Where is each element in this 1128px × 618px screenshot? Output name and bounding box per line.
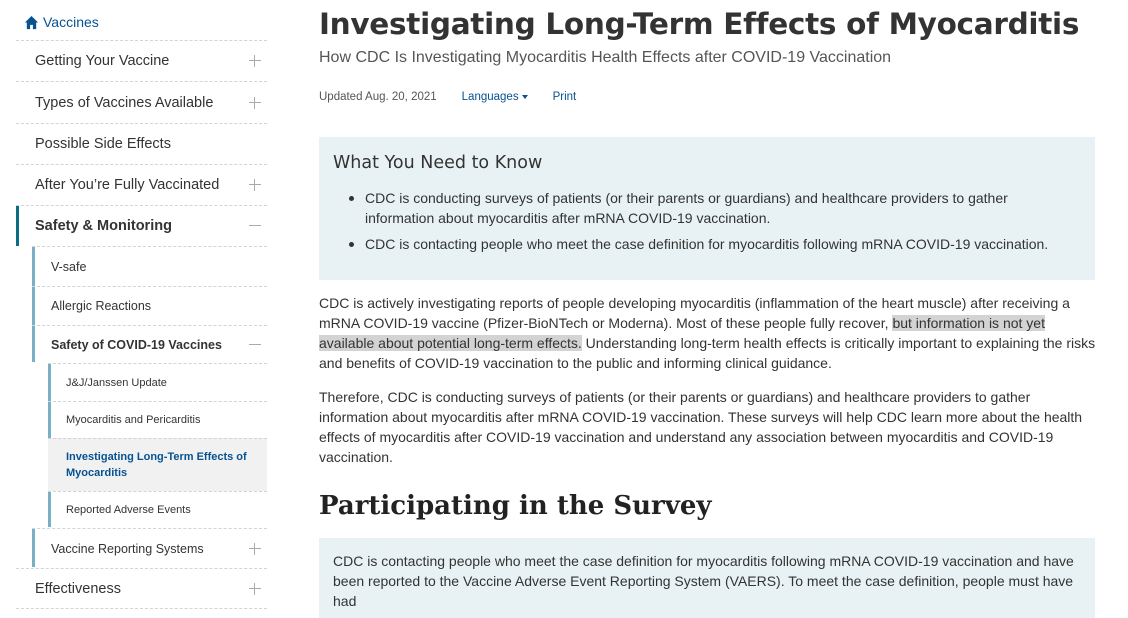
sidebar-item-label: Possible Side Effects — [35, 136, 171, 152]
sidebar-item-label: Getting Your Vaccine — [35, 53, 170, 69]
sidebar-item-label: Safety of COVID-19 Vaccines — [51, 337, 222, 352]
active-section-indicator — [16, 206, 19, 246]
expand-plus-icon[interactable] — [247, 541, 263, 557]
callout-heading: What You Need to Know — [333, 153, 543, 173]
surveys-paragraph: Therefore, CDC is conducting surveys of … — [319, 389, 1083, 465]
sidebar-item-allergic-reactions[interactable]: Allergic Reactions — [32, 286, 267, 325]
sidebar-item-label: Types of Vaccines Available — [35, 94, 214, 111]
sidebar-item-label: Myocarditis and Pericarditis — [66, 414, 201, 426]
languages-label: Languages — [461, 91, 519, 103]
sidebar-item-jj-janssen-update[interactable]: J&J/Janssen Update — [48, 363, 267, 401]
expand-plus-icon[interactable] — [247, 177, 263, 193]
sidebar-item-label: V-safe — [51, 259, 87, 274]
sidebar-item-label: J&J/Janssen Update — [66, 376, 167, 389]
page-title: Investigating Long-Term Effects of Myoca… — [319, 7, 1080, 41]
expand-plus-icon[interactable] — [247, 53, 263, 69]
sidebar-item-possible-side-effects[interactable]: Possible Side Effects — [16, 123, 267, 164]
sidebar-item-label: Effectiveness — [35, 580, 121, 597]
collapse-minus-icon[interactable] — [247, 337, 263, 353]
survey-callout: CDC is contacting people who meet the ca… — [319, 538, 1095, 618]
sidebar-item-label: Safety & Monitoring — [35, 218, 172, 234]
list-item: CDC is conducting surveys of patients (o… — [347, 188, 1077, 228]
sidebar-item-label: Investigating Long-Term Effects of Myoca… — [66, 451, 247, 479]
sidebar-item-vaccine-reporting-systems[interactable]: Vaccine Reporting Systems — [32, 528, 267, 568]
sidebar-item-label: Reported Adverse Events — [66, 504, 191, 516]
sidebar-item-safety-of-covid-vaccines[interactable]: Safety of COVID-19 Vaccines — [32, 325, 267, 363]
sidebar-home-label: Vaccines — [43, 14, 99, 30]
sidebar-item-after-fully-vaccinated[interactable]: After You’re Fully Vaccinated — [16, 164, 267, 205]
sidebar-item-investigating-long-term[interactable]: Investigating Long-Term Effects of Myoca… — [48, 438, 267, 491]
sidebar-item-effectiveness[interactable]: Effectiveness — [16, 568, 267, 609]
what-you-need-to-know-callout: What You Need to Know CDC is conducting … — [319, 137, 1095, 280]
collapse-minus-icon[interactable] — [247, 218, 263, 234]
page-subtitle: How CDC Is Investigating Myocarditis Hea… — [319, 49, 892, 66]
expand-plus-icon[interactable] — [247, 581, 263, 597]
sidebar-item-label: After You’re Fully Vaccinated — [35, 177, 220, 193]
sidebar-nav: Vaccines Getting Your Vaccine Types of V… — [16, 0, 267, 618]
sidebar-item-types-of-vaccines[interactable]: Types of Vaccines Available — [16, 81, 267, 123]
sidebar-home-link[interactable]: Vaccines — [24, 11, 99, 33]
sidebar-item-myocarditis-pericarditis[interactable]: Myocarditis and Pericarditis — [48, 401, 267, 438]
caret-down-icon — [521, 95, 528, 99]
print-link[interactable]: Print — [553, 91, 577, 103]
sidebar-item-safety-monitoring[interactable]: Safety & Monitoring — [16, 205, 267, 246]
sidebar-item-label: Allergic Reactions — [51, 299, 152, 313]
page-meta-bar: Updated Aug. 20, 2021 Languages Print — [319, 91, 576, 103]
callout-bullet-list: CDC is conducting surveys of patients (o… — [347, 188, 1077, 260]
expand-plus-icon[interactable] — [247, 95, 263, 111]
list-item: CDC is contacting people who meet the ca… — [347, 234, 1077, 254]
sidebar-item-label: Vaccine Reporting Systems — [51, 541, 204, 556]
sidebar-item-v-safe[interactable]: V-safe — [32, 246, 267, 286]
sidebar-item-getting-your-vaccine[interactable]: Getting Your Vaccine — [16, 40, 267, 81]
sidebar-item-reported-adverse-events[interactable]: Reported Adverse Events — [48, 491, 267, 528]
languages-dropdown[interactable]: Languages — [462, 91, 528, 103]
updated-date: Updated Aug. 20, 2021 — [319, 91, 437, 103]
section-heading: Participating in the Survey — [319, 491, 712, 521]
intro-paragraph: CDC is actively investigating reports of… — [319, 293, 1096, 373]
home-icon — [24, 15, 39, 29]
survey-callout-text: CDC is contacting people who meet the ca… — [333, 553, 1074, 609]
